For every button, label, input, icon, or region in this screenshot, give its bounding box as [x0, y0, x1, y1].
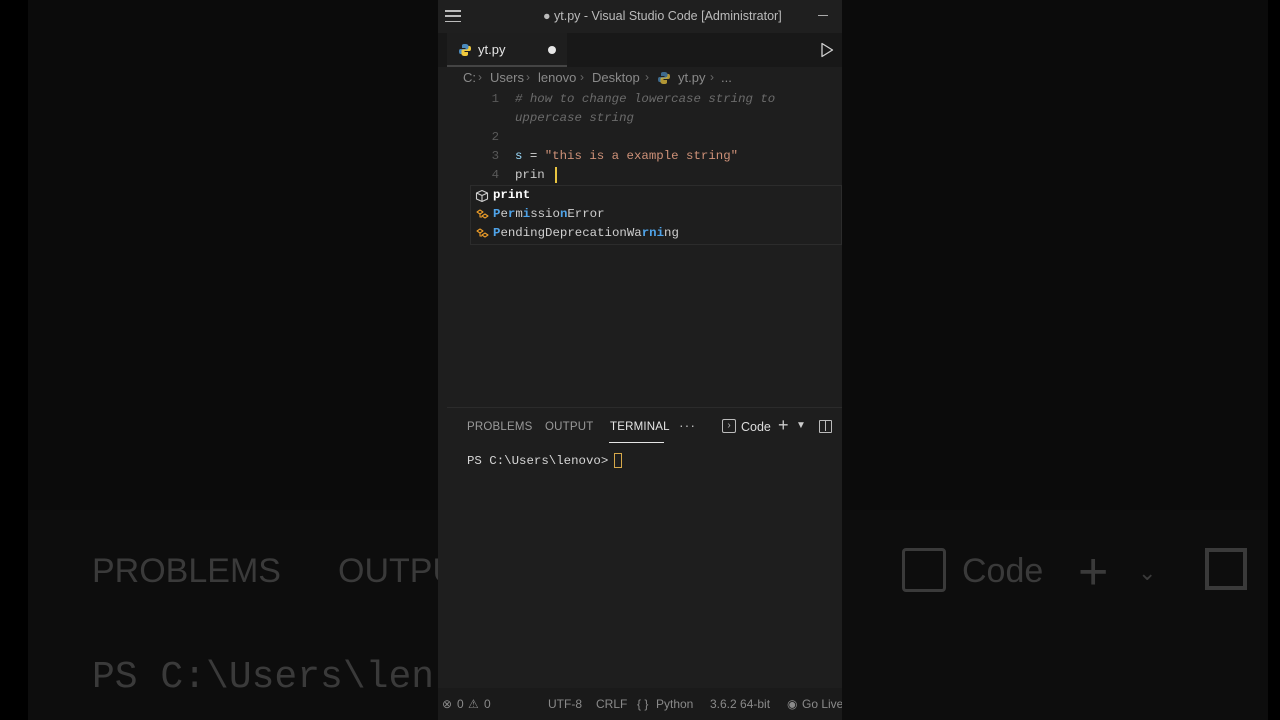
code-line: prin — [515, 168, 545, 182]
suggestion-item[interactable]: PermissionError — [471, 205, 843, 224]
tab-bar: yt.py — [438, 33, 842, 67]
background-chevron-icon: ⌄ — [1138, 560, 1157, 585]
tab-label: yt.py — [478, 42, 506, 57]
go-live-button[interactable]: Go Live — [802, 697, 842, 711]
breadcrumb-item[interactable]: Users — [490, 70, 524, 85]
warning-count[interactable]: 0 — [484, 697, 491, 711]
class-icon — [476, 228, 489, 238]
cube-icon — [475, 189, 489, 203]
more-icon[interactable]: ··· — [679, 417, 696, 433]
title-bar: ● yt.py - Visual Studio Code [Administra… — [438, 0, 842, 33]
background-problems-text: PROBLEMS — [92, 552, 281, 590]
error-count[interactable]: 0 — [457, 697, 464, 711]
line-number: 3 — [491, 149, 499, 163]
breadcrumb: C: › Users › lenovo › Desktop › yt.py › … — [438, 67, 842, 89]
menu-icon[interactable] — [445, 10, 461, 22]
code-line: # how to change lowercase string to — [515, 92, 776, 106]
breadcrumb-item[interactable]: yt.py — [678, 70, 705, 85]
class-icon — [476, 209, 489, 219]
tab-output[interactable]: OUTPUT — [545, 421, 593, 433]
encoding[interactable]: UTF-8 — [548, 697, 582, 711]
background-split-icon — [1205, 548, 1247, 590]
text-cursor — [555, 167, 557, 183]
chevron-right-icon: › — [526, 70, 530, 84]
code-line: s = "this is a example string" — [515, 149, 738, 163]
terminal-cursor — [614, 453, 622, 468]
suggestion-item[interactable]: print — [471, 186, 843, 205]
breadcrumb-item[interactable]: Desktop — [592, 70, 640, 85]
window-title: ● yt.py - Visual Studio Code [Administra… — [543, 9, 782, 23]
tab-terminal-underline — [609, 442, 664, 443]
chevron-right-icon: › — [645, 70, 649, 84]
breadcrumb-item[interactable]: ... — [721, 70, 732, 85]
background-prompt-text: PS C:\Users\len — [92, 656, 435, 699]
breadcrumb-item[interactable]: C: — [463, 70, 476, 85]
suggestion-label: PermissionError — [493, 207, 605, 221]
warning-icon[interactable]: ⚠ — [468, 697, 479, 711]
suggestion-item[interactable]: PendingDeprecationWarning — [471, 224, 843, 243]
vscode-window: ● yt.py - Visual Studio Code [Administra… — [438, 0, 842, 720]
suggestion-label: print — [493, 188, 531, 202]
background-plus-icon: + — [1078, 543, 1109, 601]
line-number: 4 — [491, 168, 499, 182]
terminal-icon[interactable]: › — [722, 419, 736, 433]
terminal-prompt[interactable]: PS C:\Users\lenovo> — [467, 454, 608, 468]
code-line-wrap: uppercase string — [515, 111, 634, 125]
code-editor[interactable]: 1 # how to change lowercase string to up… — [447, 89, 842, 407]
chevron-right-icon: › — [478, 70, 482, 84]
language-mode[interactable]: Python — [656, 697, 693, 711]
plus-icon[interactable]: + — [778, 415, 789, 436]
line-number: 1 — [491, 92, 499, 106]
status-bar: ⊗ 0 ⚠ 0 UTF-8 CRLF { } Python 3.6.2 64-b… — [438, 688, 842, 720]
background-code-text: Code — [962, 552, 1044, 590]
error-icon[interactable]: ⊗ — [442, 697, 452, 711]
tab-problems[interactable]: PROBLEMS — [467, 421, 533, 433]
braces-icon[interactable]: { } — [637, 697, 648, 711]
line-ending[interactable]: CRLF — [596, 697, 627, 711]
breadcrumb-item[interactable]: lenovo — [538, 70, 576, 85]
suggestion-label: PendingDeprecationWarning — [493, 226, 679, 240]
chevron-right-icon: › — [580, 70, 584, 84]
line-number: 2 — [491, 130, 499, 144]
run-icon[interactable] — [820, 42, 834, 58]
bottom-panel: PROBLEMS OUTPUT TERMINAL ··· › Code + ▼ … — [447, 407, 842, 662]
broadcast-icon[interactable]: ◉ — [787, 697, 797, 711]
chevron-down-icon[interactable]: ▼ — [796, 420, 806, 431]
tab-terminal[interactable]: TERMINAL — [610, 421, 670, 433]
minimize-icon[interactable] — [818, 15, 828, 16]
split-terminal-icon[interactable] — [819, 420, 832, 433]
tab-yt-py[interactable]: yt.py — [447, 33, 567, 67]
code-operator: = — [522, 149, 545, 163]
background-terminal-icon — [902, 548, 946, 592]
code-string: "this is a example string" — [544, 149, 739, 163]
python-icon — [658, 72, 670, 84]
unsaved-dot-icon[interactable] — [548, 46, 556, 54]
suggestion-widget: print PermissionError PendingDeprecation… — [470, 185, 842, 245]
chevron-right-icon: › — [710, 70, 714, 84]
python-icon — [459, 44, 471, 56]
interpreter[interactable]: 3.6.2 64-bit — [710, 697, 770, 711]
terminal-name[interactable]: Code — [741, 420, 771, 434]
